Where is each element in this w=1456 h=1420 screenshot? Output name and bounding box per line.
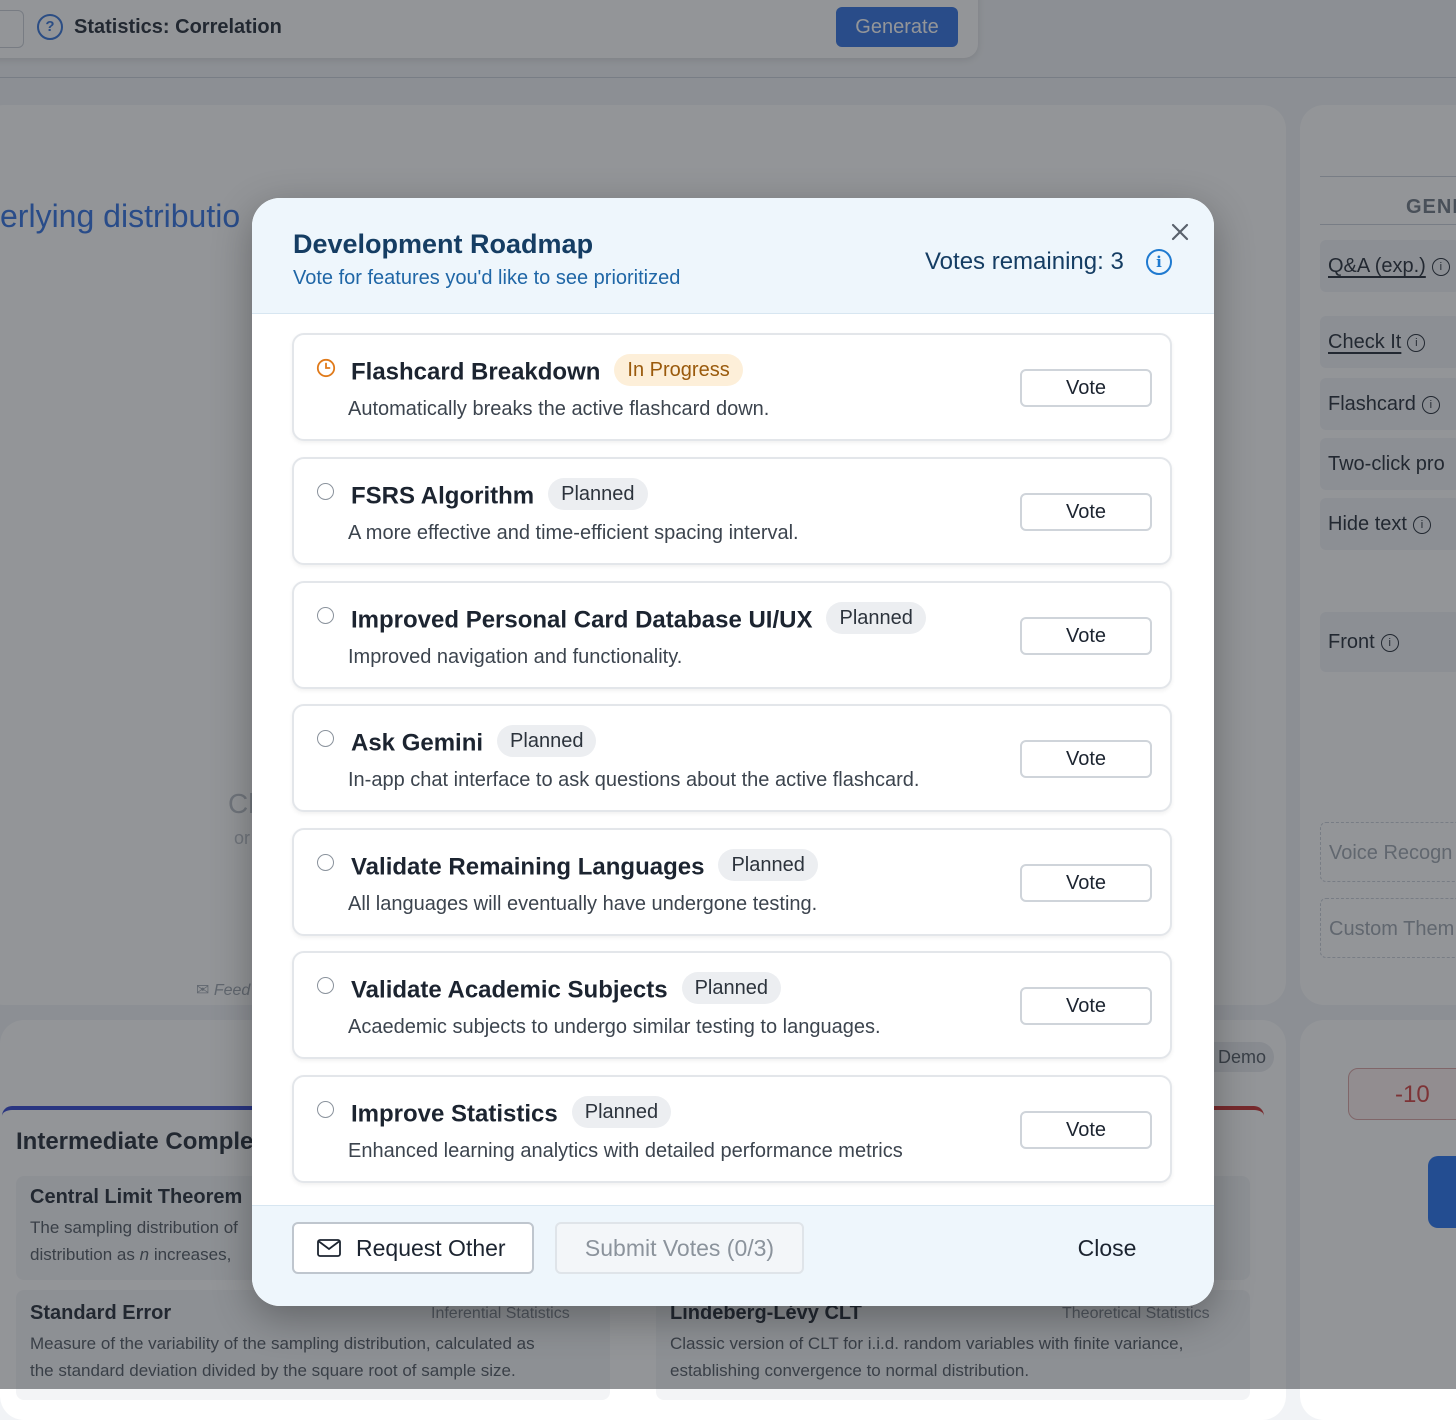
feature-description: Automatically breaks the active flashcar… [348, 398, 770, 420]
feature-description: All languages will eventually have under… [348, 893, 818, 915]
feature-name: Flashcard Breakdown In Progress [351, 354, 743, 389]
feature-item: FSRS Algorithm Planned A more effective a… [292, 457, 1172, 565]
feature-description: Enhanced learning analytics with detaile… [348, 1140, 903, 1162]
feature-list[interactable]: Flashcard Breakdown In Progress Automatic… [252, 314, 1214, 1204]
feature-name: FSRS Algorithm Planned [351, 478, 648, 513]
modal-header: Development Roadmap Vote for features yo… [252, 198, 1214, 314]
status-badge: Planned [681, 972, 781, 1004]
status-badge: Planned [826, 602, 926, 634]
feature-name: Validate Remaining Languages Planned [351, 849, 818, 884]
feature-item: Improve Statistics Planned Enhanced learn… [292, 1075, 1172, 1183]
feature-name: Validate Academic Subjects Planned [351, 972, 781, 1007]
feature-name: Improve Statistics Planned [351, 1096, 672, 1131]
close-icon[interactable] [1166, 218, 1194, 246]
status-badge: Planned [571, 1096, 672, 1128]
vote-button[interactable]: Vote [1020, 493, 1152, 531]
feature-title: Improved Personal Card Database UI/UX [351, 606, 813, 634]
radio-circle-icon [317, 483, 334, 500]
vote-button[interactable]: Vote [1020, 369, 1152, 407]
request-other-label: Request Other [356, 1234, 506, 1261]
radio-circle-icon [317, 977, 334, 994]
mail-icon [317, 1239, 341, 1257]
status-badge: Planned [548, 478, 648, 510]
vote-button[interactable]: Vote [1020, 740, 1152, 778]
radio-circle-icon [317, 730, 334, 747]
feature-title: Validate Remaining Languages [351, 853, 705, 881]
feature-title: Ask Gemini [351, 729, 484, 757]
request-other-button[interactable]: Request Other [292, 1222, 534, 1274]
submit-votes-button[interactable]: Submit Votes (0/3) [555, 1222, 804, 1274]
feature-name: Improved Personal Card Database UI/UX Pla… [351, 602, 926, 637]
status-badge: In Progress [614, 354, 743, 386]
feature-description: Acaedemic subjects to undergo similar te… [348, 1016, 881, 1038]
radio-circle-icon [317, 854, 334, 871]
vote-button[interactable]: Vote [1020, 1111, 1152, 1149]
feature-title: Flashcard Breakdown [351, 358, 601, 386]
feature-title: Improve Statistics [351, 1100, 558, 1128]
clock-icon [316, 358, 336, 378]
status-badge: Planned [718, 849, 818, 881]
votes-remaining: Votes remaining: 3 [925, 248, 1124, 275]
feature-name: Ask Gemini Planned [351, 725, 597, 760]
radio-circle-icon [317, 1101, 334, 1118]
close-button[interactable]: Close [1052, 1222, 1162, 1274]
feature-item: Validate Remaining Languages Planned All … [292, 828, 1172, 936]
info-icon[interactable]: i [1146, 249, 1172, 275]
feature-description: In-app chat interface to ask questions a… [348, 769, 920, 791]
modal-title: Development Roadmap [293, 229, 594, 259]
modal-subtitle: Vote for features you'd like to see prio… [293, 267, 681, 289]
feature-title: Validate Academic Subjects [351, 976, 668, 1004]
feature-description: A more effective and time-efficient spac… [348, 522, 799, 544]
feature-item: Improved Personal Card Database UI/UX Pla… [292, 581, 1172, 689]
vote-button[interactable]: Vote [1020, 987, 1152, 1025]
status-badge: Planned [497, 725, 597, 757]
feature-item: Validate Academic Subjects Planned Acaede… [292, 951, 1172, 1059]
vote-button[interactable]: Vote [1020, 617, 1152, 655]
feature-title: FSRS Algorithm [351, 482, 535, 510]
vote-button[interactable]: Vote [1020, 864, 1152, 902]
modal-footer: Request Other Submit Votes (0/3) Close [252, 1205, 1214, 1306]
feature-item: Ask Gemini Planned In-app chat interface … [292, 704, 1172, 812]
feature-description: Improved navigation and functionality. [348, 646, 683, 668]
roadmap-modal: Development Roadmap Vote for features yo… [252, 198, 1214, 1306]
radio-circle-icon [317, 607, 334, 624]
feature-item: Flashcard Breakdown In Progress Automatic… [292, 333, 1172, 441]
